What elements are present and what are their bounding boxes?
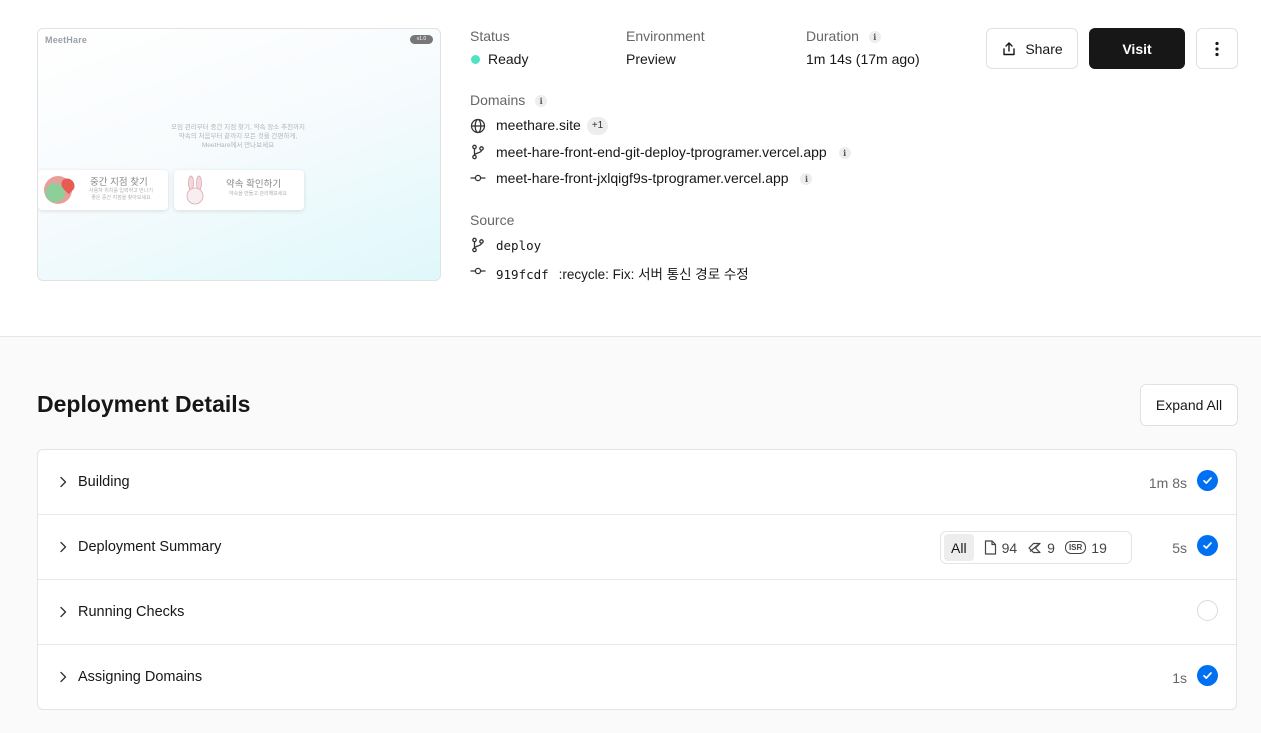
git-branch-icon [472, 237, 484, 253]
share-button[interactable]: Share [986, 28, 1078, 69]
domain-primary-row: meethare.site +1 [496, 117, 609, 136]
pending-circle-icon [1197, 600, 1218, 621]
step-duration: 1s [1172, 670, 1187, 686]
more-domains-badge[interactable]: +1 [586, 117, 609, 136]
step-label: Assigning Domains [78, 669, 203, 685]
domain-commit-link[interactable]: meet-hare-front-jxlqigf9s-tprogramer.ver… [496, 170, 789, 186]
map-icon [44, 175, 78, 204]
summary-static-count[interactable]: 94 [984, 540, 1017, 556]
bunny-icon [186, 175, 204, 205]
summary-filter: All 94 9 ISR 19 [940, 531, 1132, 564]
git-branch-icon [472, 144, 484, 160]
step-duration: 5s [1172, 540, 1187, 556]
globe-icon [470, 118, 486, 134]
more-vertical-icon [1215, 41, 1219, 56]
isr-icon: ISR [1064, 541, 1087, 554]
step-label: Running Checks [78, 604, 185, 620]
commit-hash[interactable]: 919fcdf [496, 267, 549, 282]
domain-primary-link[interactable]: meethare.site [496, 117, 581, 133]
step-deployment-summary[interactable]: Deployment Summary All 94 9 ISR 19 5s [38, 515, 1236, 580]
info-icon[interactable]: i [800, 173, 813, 186]
check-circle-icon [1197, 470, 1218, 491]
source-branch[interactable]: deploy [496, 238, 541, 253]
environment-label: Environment [626, 28, 705, 44]
more-options-button[interactable] [1196, 28, 1238, 69]
summary-functions-count[interactable]: 9 [1027, 540, 1055, 556]
step-label: Deployment Summary [78, 539, 222, 555]
check-circle-icon [1197, 535, 1218, 556]
source-label: Source [470, 212, 515, 228]
visit-button[interactable]: Visit [1089, 28, 1185, 69]
preview-description: 모임 관리부터 중간 지점 찾기, 약속 장소 추천까지 약속의 처음부터 끝까… [170, 124, 306, 149]
git-commit-icon [470, 174, 486, 182]
step-label: Building [78, 474, 130, 490]
info-icon[interactable]: i [535, 95, 548, 108]
source-commit-row: 919fcdf :recycle: Fix: 서버 통신 경로 수정 [496, 263, 749, 283]
environment-value: Preview [626, 51, 676, 67]
step-duration: 1m 8s [1148, 475, 1187, 491]
domain-branch-row: meet-hare-front-end-git-deploy-tprograme… [496, 144, 851, 160]
lambda-function-icon [1028, 542, 1041, 553]
commit-message: :recycle: Fix: 서버 통신 경로 수정 [558, 267, 749, 282]
info-icon[interactable]: i [868, 31, 881, 44]
duration-value: 1m 14s (17m ago) [806, 51, 920, 67]
domain-commit-row: meet-hare-front-jxlqigf9s-tprogramer.ver… [496, 170, 813, 186]
preview-card-appointment: 약속 확인하기 약속을 만들고 관리해보세요 [174, 170, 304, 210]
deployment-header: MeetHare v1.0 모임 관리부터 중간 지점 찾기, 약속 장소 추천… [0, 0, 1261, 337]
file-icon [984, 540, 996, 555]
share-icon [1003, 41, 1016, 55]
summary-all-tab[interactable]: All [944, 534, 974, 561]
step-running-checks[interactable]: Running Checks [38, 580, 1236, 645]
status-dot [471, 55, 480, 64]
domain-branch-link[interactable]: meet-hare-front-end-git-deploy-tprograme… [496, 144, 827, 160]
summary-isr-count[interactable]: ISR 19 [1064, 540, 1107, 556]
step-assigning-domains[interactable]: Assigning Domains 1s [38, 645, 1236, 710]
chevron-right-icon [60, 606, 67, 618]
chevron-right-icon [60, 541, 67, 553]
deployment-preview[interactable]: MeetHare v1.0 모임 관리부터 중간 지점 찾기, 약속 장소 추천… [37, 28, 441, 281]
chevron-right-icon [60, 476, 67, 488]
info-icon[interactable]: i [838, 147, 851, 160]
duration-label: Duration i [806, 28, 881, 44]
deployment-steps-list: Building 1m 8s Deployment Summary All 94… [37, 449, 1237, 710]
git-commit-icon [470, 267, 486, 275]
status-label: Status [470, 28, 510, 44]
preview-card-midpoint: 중간 지점 찾기 사용자 위치를 입력하고 만나기 좋은 중간 지점을 찾아보세… [38, 170, 168, 210]
step-building[interactable]: Building 1m 8s [38, 450, 1236, 515]
status-value: Ready [488, 51, 529, 67]
preview-logo: MeetHare [45, 35, 88, 45]
check-circle-icon [1197, 665, 1218, 686]
preview-badge: v1.0 [410, 35, 433, 44]
deployment-details-title: Deployment Details [37, 391, 251, 417]
chevron-right-icon [60, 671, 67, 683]
expand-all-button[interactable]: Expand All [1140, 384, 1238, 426]
domains-label: Domains i [470, 92, 548, 108]
